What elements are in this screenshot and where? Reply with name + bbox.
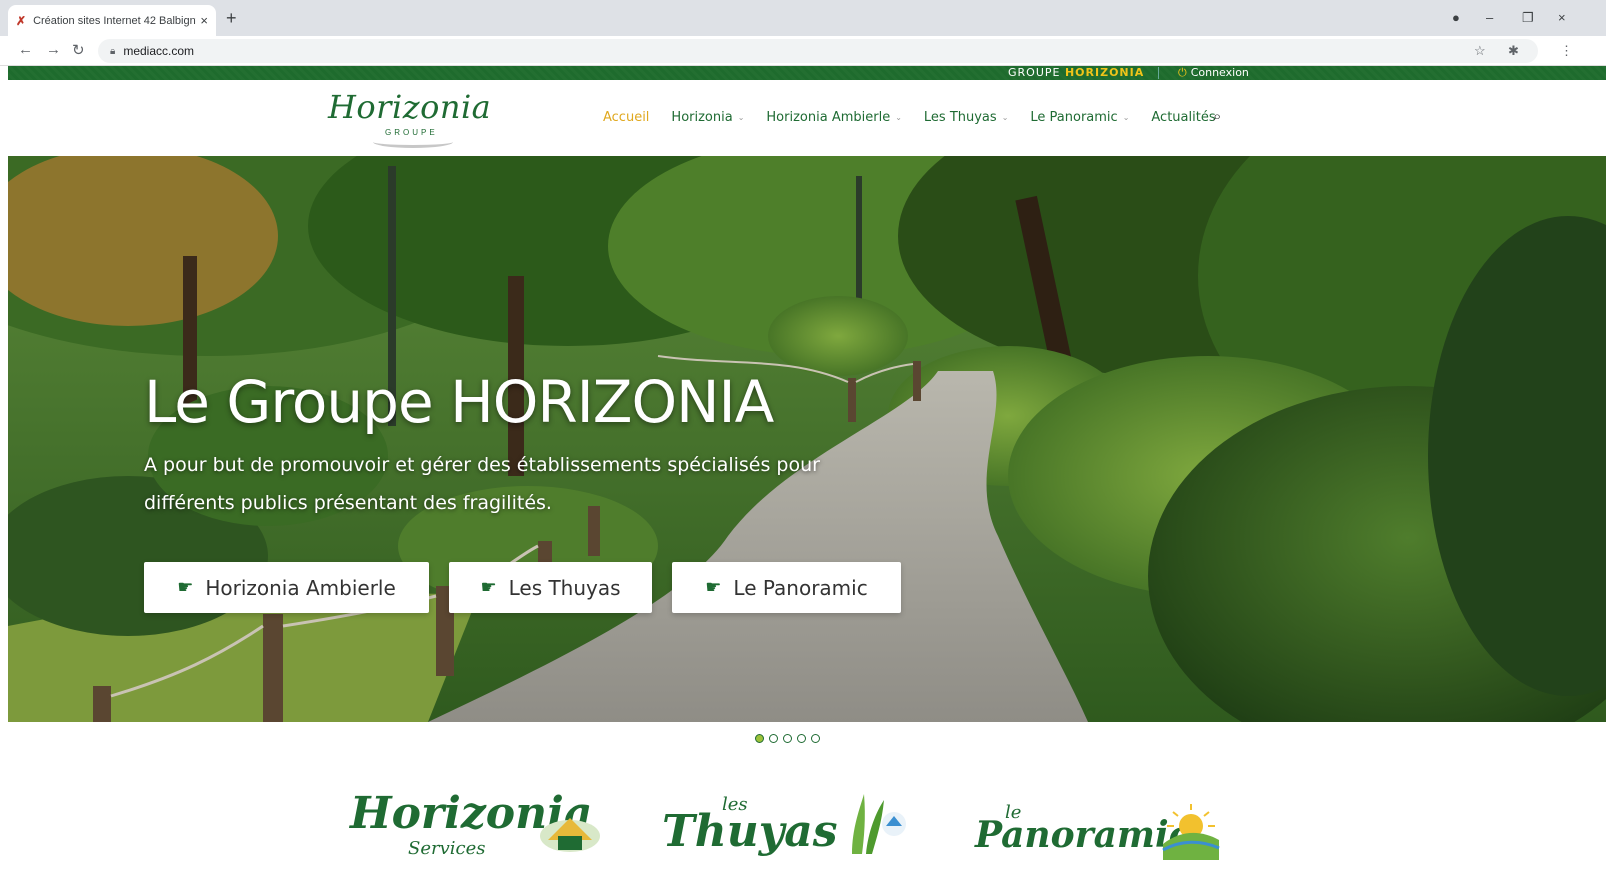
browser-toolbar: ← → ↻ 🔒︎ mediacc.com ☆ ✱ ⋮ (0, 36, 1606, 66)
nav-item-label: Horizonia Ambierle (766, 110, 891, 125)
main-nav: Accueil Horizonia ⌄ Horizonia Ambierle ⌄ Les … (603, 110, 1238, 125)
partner-logos: Horizonia Services les Thuyas le Panoram… (0, 780, 1606, 882)
hero-subtitle: A pour but de promouvoir et gérer des ét… (144, 454, 820, 514)
site-topbar: GROUPE HORIZONIA ⏻ Connexion (8, 66, 1606, 80)
lock-icon: 🔒︎ (110, 45, 116, 57)
groupe-highlight: HORIZONIA (1064, 66, 1145, 79)
logo-sub: Services (408, 838, 486, 859)
tab-strip: ✗ Création sites Internet 42 Balbigny × … (0, 0, 1606, 36)
extensions-icon[interactable]: ✱ (1508, 43, 1519, 59)
nav-item-label: Actualités (1151, 110, 1216, 125)
restore-button[interactable]: ❐ (1522, 10, 1534, 26)
pointing-hand-icon: ☛ (480, 577, 497, 598)
pointing-hand-icon: ☛ (177, 577, 194, 598)
url-text: mediacc.com (123, 44, 195, 58)
logo-word: Horizonia (328, 88, 492, 126)
close-window-button[interactable]: × (1558, 10, 1566, 25)
chevron-down-icon: ⌄ (1001, 113, 1009, 122)
nav-item-label: Horizonia (671, 110, 733, 125)
nav-item-actualit-s[interactable]: Actualités (1151, 110, 1215, 125)
nav-item-label: Les Thuyas (923, 110, 997, 125)
tab-close-icon[interactable]: × (200, 13, 208, 28)
chevron-down-icon: ⌄ (737, 113, 745, 122)
profile-icon[interactable]: ● (1452, 10, 1460, 25)
browser-window: ✗ Création sites Internet 42 Balbigny × … (0, 0, 1606, 882)
menu-dots-icon[interactable]: ⋮ (1560, 43, 1573, 59)
power-icon: ⏻ (1178, 66, 1187, 79)
sunrise-icon (1162, 804, 1220, 860)
pointing-hand-icon: ☛ (705, 577, 722, 598)
site-favicon-icon: ✗ (16, 13, 27, 28)
new-tab-button[interactable]: + (226, 8, 237, 29)
hero-slider: Le Groupe HORIZONIA A pour but de promou… (8, 156, 1606, 722)
house-icon (540, 818, 600, 852)
chevron-down-icon: ⌄ (895, 113, 902, 122)
minimize-button[interactable]: – (1486, 10, 1493, 25)
nav-item-les-thuyas[interactable]: Les Thuyas ⌄ (924, 110, 1008, 125)
reload-icon[interactable]: ↻ (72, 41, 85, 59)
slider-dot[interactable] (769, 734, 778, 743)
button-label: Le Panoramic (733, 575, 868, 600)
search-icon[interactable]: ⌕ (1213, 108, 1221, 125)
groupe-prefix: GROUPE (1008, 66, 1065, 79)
logo-word: Panoramic (975, 814, 1191, 856)
le-panoramic-button[interactable]: ☛ Le Panoramic (672, 562, 901, 613)
horizonia-services-logo[interactable]: Horizonia Services (350, 788, 600, 859)
nav-item-label: Accueil (603, 110, 650, 125)
nav-item-label: Le Panoramic (1030, 110, 1118, 125)
chevron-down-icon: ⌄ (1122, 113, 1130, 122)
button-label: Horizonia Ambierle (205, 575, 396, 600)
nav-item-accueil[interactable]: Accueil (603, 110, 649, 125)
login-label: Connexion (1190, 66, 1249, 79)
logo-word: Thuyas (662, 806, 838, 857)
browser-tab[interactable]: ✗ Création sites Internet 42 Balbigny × (8, 5, 216, 36)
horizonia-logo[interactable]: Horizonia GROUPE (323, 88, 493, 150)
les-thuyas-button[interactable]: ☛ Les Thuyas (449, 562, 652, 613)
garden-background-image (8, 156, 1606, 722)
login-link[interactable]: ⏻ Connexion (1178, 66, 1249, 80)
leaves-icon (852, 794, 906, 854)
back-arrow-icon[interactable]: ← (18, 41, 33, 58)
nav-item-horizonia[interactable]: Horizonia ⌄ (671, 110, 744, 125)
slider-dot[interactable] (755, 734, 764, 743)
slider-dots (755, 734, 820, 743)
slider-dot[interactable] (797, 734, 806, 743)
logo-swoosh (373, 136, 453, 148)
site-header: Horizonia GROUPE Accueil Horizonia ⌄ Horizo… (8, 80, 1606, 156)
groupe-label: GROUPE HORIZONIA (1008, 66, 1144, 80)
button-label: Les Thuyas (508, 575, 621, 600)
nav-item-horizonia-ambierle[interactable]: Horizonia Ambierle ⌄ (766, 110, 902, 125)
topbar-divider (1158, 67, 1159, 79)
hero-title: Le Groupe HORIZONIA (144, 368, 774, 436)
forward-arrow-icon[interactable]: → (46, 41, 61, 58)
slider-dot[interactable] (811, 734, 820, 743)
horizonia-ambierle-button[interactable]: ☛ Horizonia Ambierle (144, 562, 429, 613)
address-bar[interactable]: 🔒︎ mediacc.com (98, 39, 1538, 63)
tab-title: Création sites Internet 42 Balbigny (33, 14, 197, 27)
nav-item-le-panoramic[interactable]: Le Panoramic ⌄ (1030, 110, 1129, 125)
slider-dot[interactable] (783, 734, 792, 743)
bookmark-star-icon[interactable]: ☆ (1474, 43, 1486, 59)
